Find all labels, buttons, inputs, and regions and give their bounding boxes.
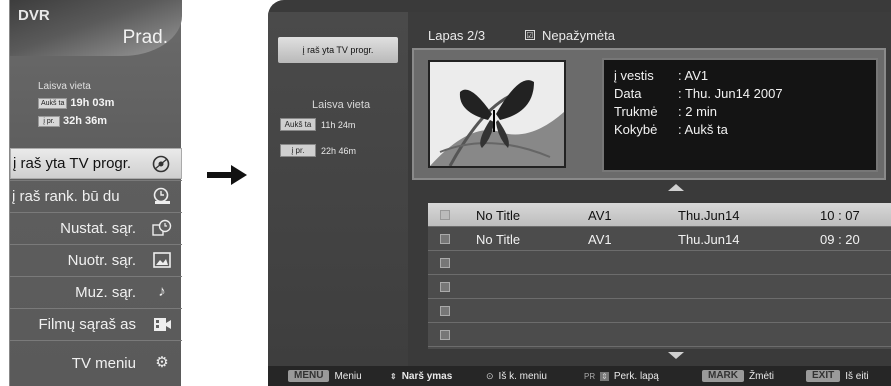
- menu-hint-label: Meniu: [334, 370, 362, 382]
- footer-navigate-hint: ⇕ Narš ymas: [390, 369, 452, 383]
- footer-exit-menu-hint: ⊙ Iš k. meniu: [486, 369, 547, 383]
- mark-key: MARK: [702, 370, 744, 382]
- page-updown-icon: ⇕: [600, 371, 609, 381]
- memory-value: 32h 36m: [63, 115, 108, 127]
- row-time: 10 : 07: [820, 208, 860, 223]
- unmark-checkbox[interactable]: ☑: [525, 30, 535, 40]
- detail-input: į vestis : AV1: [614, 68, 709, 83]
- detail-date: Data : Thu. Jun14 2007: [614, 86, 783, 101]
- dvr-title: DVR: [18, 7, 50, 24]
- dvr-header: DVR Prad.: [10, 0, 182, 56]
- row-title: No Title: [476, 208, 521, 223]
- detail-duration: Trukmė : 2 min: [614, 104, 718, 119]
- row-title: No Title: [476, 232, 521, 247]
- free-space-label: Laisva vieta: [38, 81, 91, 92]
- tab-recorded-tv[interactable]: į raš yta TV progr.: [278, 37, 398, 63]
- scroll-up-icon[interactable]: [668, 184, 684, 191]
- row-input: AV1: [588, 208, 612, 223]
- footer-exit-hint: EXIT Iš eiti: [806, 369, 869, 383]
- schedule-icon: [152, 219, 172, 237]
- row-date: Thu.Jun14: [678, 232, 740, 247]
- row-checkbox[interactable]: [440, 330, 450, 340]
- memory-value: 11h 24m: [321, 119, 356, 130]
- menu-item-label: Muz. sąr.: [75, 283, 136, 301]
- dvr-subtitle: Prad.: [122, 27, 168, 48]
- memory-row: į pr. 22h 46m: [280, 144, 356, 157]
- exit-hint-label: Iš eiti: [845, 370, 869, 382]
- unmark-label: Nepažymėta: [542, 28, 615, 43]
- disc-icon: [151, 155, 171, 173]
- mark-hint-label: Žmėti: [749, 370, 774, 382]
- row-time: 09 : 20: [820, 232, 860, 247]
- manual-record-icon: [152, 187, 172, 205]
- row-checkbox[interactable]: [440, 258, 450, 268]
- row-checkbox[interactable]: [440, 282, 450, 292]
- memory-value: 19h 03m: [70, 97, 115, 109]
- row-input: AV1: [588, 232, 612, 247]
- footer-page-hint: PR ⇕ Perk. lapą: [584, 369, 659, 383]
- free-space-label: Laisva vieta: [312, 99, 371, 111]
- memory-value: 22h 46m: [321, 145, 357, 156]
- menu-item-label: Nuotr. sąr.: [67, 251, 136, 269]
- movie-icon: [152, 315, 172, 333]
- list-item[interactable]: No Title AV1 Thu.Jun14 09 : 20: [428, 227, 891, 251]
- list-item[interactable]: [428, 251, 891, 275]
- row-checkbox[interactable]: [440, 306, 450, 316]
- menu-item-manual-record[interactable]: į raš rank. bū du: [10, 180, 182, 211]
- menu-item-movie-list[interactable]: Filmų sąraš as: [10, 308, 182, 339]
- ok-icon: ⊙: [486, 370, 494, 381]
- list-item[interactable]: [428, 275, 891, 299]
- screen-sidebar: į raš yta TV progr. Laisva vieta Aukš ta…: [268, 12, 408, 367]
- dvr-menu-panel: DVR Prad. Laisva vieta Aukš ta 19h 03m į…: [9, 0, 182, 386]
- page-indicator: Lapas 2/3: [428, 28, 486, 43]
- footer-menu-hint: MENU Meniu: [288, 369, 362, 383]
- menu-item-schedule[interactable]: Nustat. sąr.: [10, 212, 182, 243]
- navigate-hint-label: Narš ymas: [401, 370, 453, 382]
- exit-menu-hint-label: Iš k. meniu: [498, 370, 547, 382]
- memory-row: į pr. 32h 36m: [38, 115, 107, 127]
- page-hint-label: Perk. lapą: [613, 370, 659, 382]
- menu-item-label: į raš rank. bū du: [12, 187, 120, 205]
- recording-info-panel: į vestis : AV1 Data : Thu. Jun14 2007 Tr…: [412, 48, 886, 180]
- updown-icon: ⇕: [390, 371, 397, 381]
- menu-item-recorded-tv[interactable]: į raš yta TV progr.: [10, 148, 182, 179]
- list-item[interactable]: [428, 299, 891, 323]
- detail-quality: Kokybė : Aukš ta: [614, 122, 728, 137]
- list-item[interactable]: [428, 323, 891, 347]
- menu-item-label: TV meniu: [71, 355, 136, 372]
- menu-item-label: į raš yta TV progr.: [13, 155, 132, 172]
- memory-row: Aukš ta 11h 24m: [280, 118, 355, 131]
- quality-badge: Aukš ta: [280, 118, 316, 131]
- quality-badge: į pr.: [38, 115, 60, 127]
- music-note-icon: ♪: [158, 283, 166, 300]
- exit-key: EXIT: [806, 370, 841, 382]
- footer-mark-hint: MARK Žmėti: [702, 369, 774, 383]
- list-item[interactable]: No Title AV1 Thu.Jun14 10 : 07: [428, 203, 891, 227]
- settings-gears-icon: ⚙: [155, 354, 169, 371]
- menu-item-label: Nustat. sąr.: [60, 219, 136, 237]
- recorded-tv-screen: į raš yta TV progr. Laisva vieta Aukš ta…: [268, 0, 891, 386]
- menu-item-label: Filmų sąraš as: [38, 315, 136, 333]
- list-header-bar: Lapas 2/3 ☑ Nepažymėta: [408, 12, 891, 50]
- row-checkbox[interactable]: [440, 234, 450, 244]
- menu-item-tv-menu[interactable]: TV meniu ⚙: [10, 340, 182, 386]
- photo-icon: [152, 251, 172, 269]
- row-date: Thu.Jun14: [678, 208, 740, 223]
- recording-list: No Title AV1 Thu.Jun14 10 : 07 No Title …: [428, 203, 891, 349]
- recording-details: į vestis : AV1 Data : Thu. Jun14 2007 Tr…: [602, 58, 878, 172]
- menu-item-photo-list[interactable]: Nuotr. sąr.: [10, 244, 182, 275]
- quality-badge: į pr.: [280, 144, 316, 157]
- quality-badge: Aukš ta: [38, 97, 68, 109]
- arrow-right-icon: [207, 165, 247, 185]
- row-checkbox[interactable]: [440, 210, 450, 220]
- pr-key: PR: [584, 371, 596, 381]
- recording-thumbnail: [428, 60, 566, 168]
- memory-row: Aukš ta 19h 03m: [38, 97, 114, 109]
- scroll-down-icon[interactable]: [668, 352, 684, 359]
- menu-key: MENU: [288, 370, 330, 382]
- footer-help-bar: MENU Meniu ⇕ Narš ymas ⊙ Iš k. meniu PR …: [268, 366, 891, 386]
- menu-item-music-list[interactable]: Muz. sąr. ♪: [10, 276, 182, 307]
